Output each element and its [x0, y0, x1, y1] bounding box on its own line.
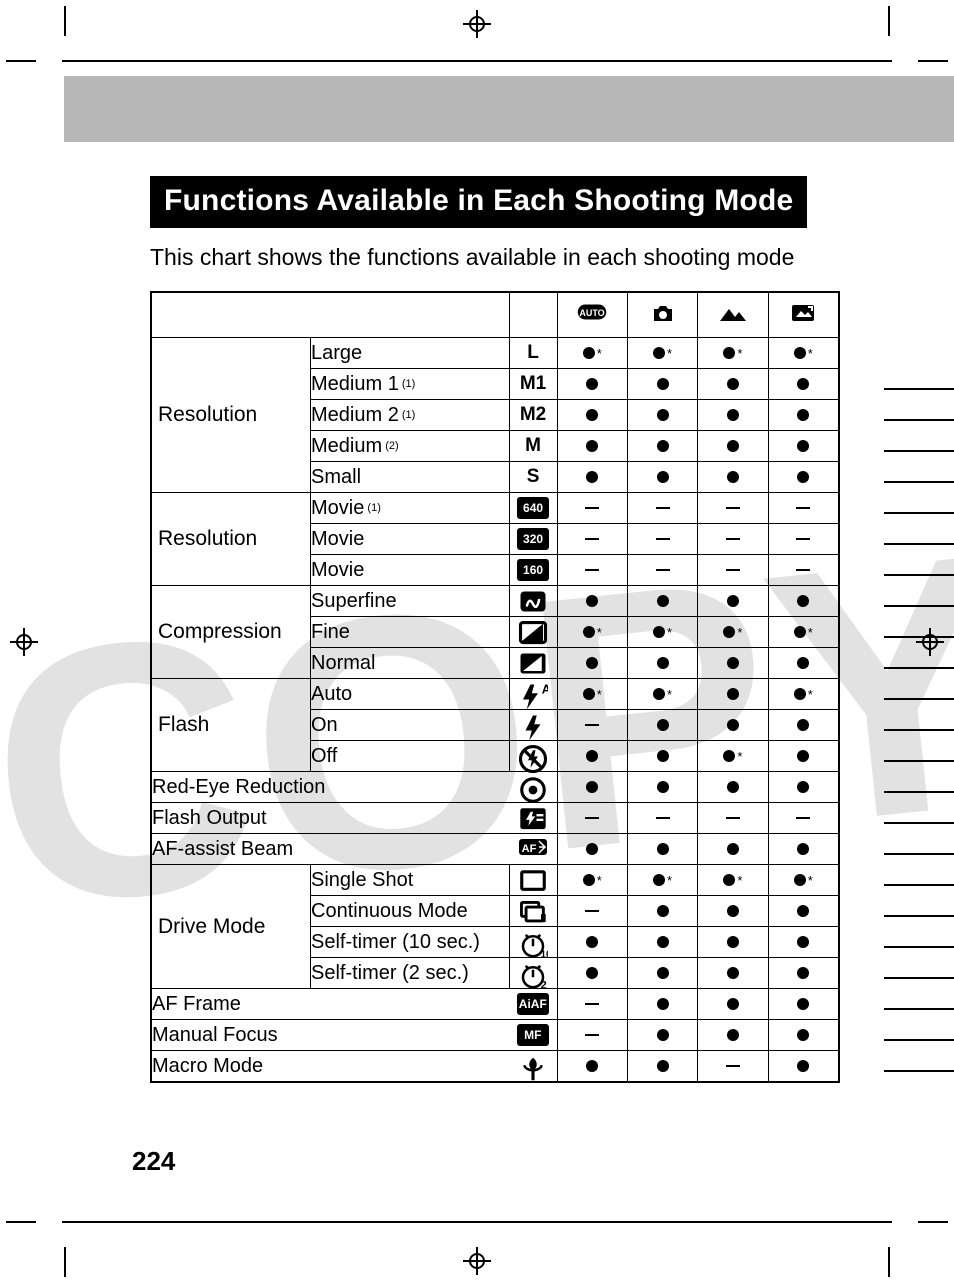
- table-row: AF FrameAiAF: [151, 989, 839, 1020]
- page-title: Functions Available in Each Shooting Mod…: [150, 176, 807, 228]
- trim-line: [62, 1221, 892, 1223]
- mode-col-manual: [627, 292, 697, 338]
- registration-mark-icon: [10, 628, 38, 656]
- mode-col-stitch: [768, 292, 839, 338]
- trim-line: [62, 60, 892, 62]
- landscape-icon: [718, 301, 748, 325]
- mode-col-auto: AUTO: [557, 292, 627, 338]
- svg-text:2: 2: [541, 980, 547, 992]
- table-row: CompressionSuperfine: [151, 586, 839, 617]
- auto-icon: AUTO: [577, 303, 607, 327]
- svg-text:AUTO: AUTO: [580, 308, 605, 318]
- flash-output-icon: [518, 806, 548, 830]
- stitch-icon: [788, 301, 818, 325]
- crop-mark-icon: [866, 1229, 914, 1277]
- table-row: Macro Mode: [151, 1051, 839, 1083]
- fine-icon: [518, 620, 548, 644]
- table-row: Flash Output: [151, 803, 839, 834]
- page-number: 224: [132, 1146, 175, 1177]
- table-row: Red-Eye Reduction: [151, 772, 839, 803]
- single-shot-icon: [518, 868, 548, 892]
- svg-text:A: A: [542, 682, 548, 696]
- flash-on-icon: [518, 713, 548, 737]
- mode-col-landscape: [698, 292, 768, 338]
- table-row: Manual FocusMF: [151, 1020, 839, 1051]
- crop-mark-icon: [866, 6, 914, 54]
- selftimer10-icon: 10: [518, 930, 548, 954]
- edge-ticks: [884, 388, 954, 1093]
- camera-m-icon: [648, 301, 678, 325]
- registration-mark-icon: [463, 1247, 491, 1275]
- continuous-icon: [518, 899, 548, 923]
- af-assist-icon: AF: [518, 837, 548, 861]
- selftimer2-icon: 2: [518, 961, 548, 985]
- table-row: Drive ModeSingle Shot****: [151, 865, 839, 896]
- normal-icon: [518, 651, 548, 675]
- header-band: [64, 76, 954, 142]
- crop-mark-icon: [40, 1229, 88, 1277]
- svg-text:10: 10: [541, 950, 549, 961]
- macro-icon: [518, 1054, 548, 1078]
- table-row: ResolutionLargeL****: [151, 338, 839, 369]
- redeye-icon: [518, 775, 548, 799]
- registration-mark-icon: [463, 10, 491, 38]
- table-row: ResolutionMovie (1)640: [151, 493, 839, 524]
- crop-mark-icon: [40, 6, 88, 54]
- flash-off-icon: [518, 744, 548, 768]
- table-row: FlashAutoA***: [151, 679, 839, 710]
- superfine-icon: [518, 589, 548, 613]
- svg-text:AF: AF: [521, 843, 536, 855]
- table-row: AF-assist BeamAF: [151, 834, 839, 865]
- flash-auto-icon: A: [518, 682, 548, 706]
- functions-table: AUTO: [150, 291, 840, 1083]
- intro-text: This chart shows the functions available…: [150, 242, 810, 273]
- page: COPY Functions Available in Each Shootin…: [0, 0, 954, 1283]
